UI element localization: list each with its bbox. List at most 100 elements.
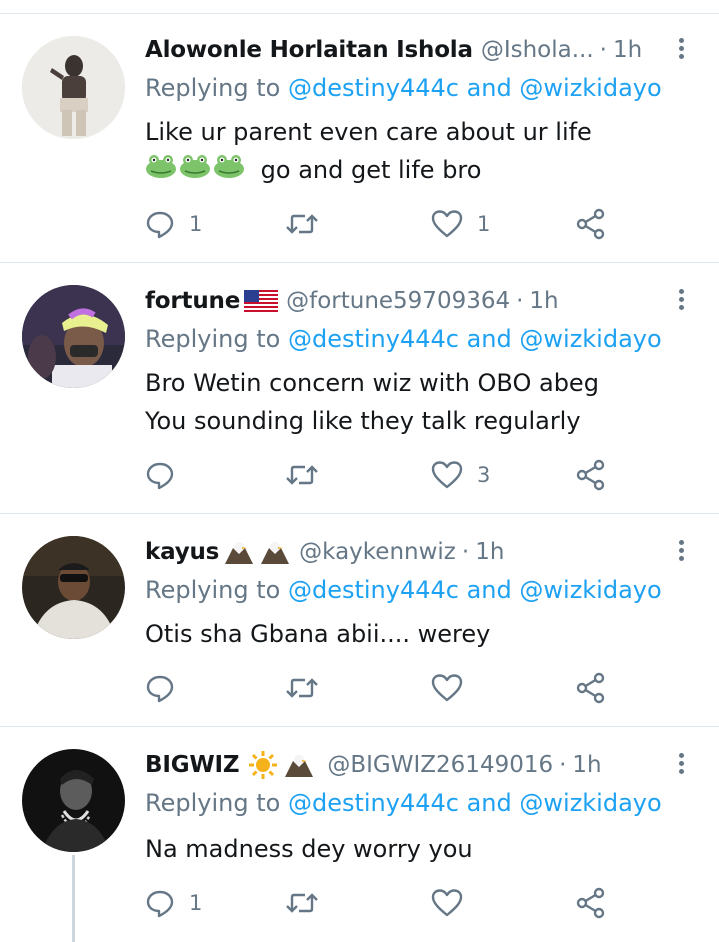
reply-tweet[interactable]: kayus @kaykennwiz · 1h Replying to @dest…	[0, 514, 719, 726]
retweet-button[interactable]	[285, 457, 319, 493]
more-options-icon[interactable]	[677, 753, 685, 779]
retweet-button[interactable]	[285, 670, 319, 706]
mention-link[interactable]: @wizkidayo	[519, 325, 661, 353]
like-button[interactable]: 3	[431, 457, 490, 493]
mention-link[interactable]: @destiny444c	[288, 74, 459, 102]
tweet-text: Otis sha Gbana abii.... werey	[145, 620, 491, 648]
like-button[interactable]	[431, 885, 477, 921]
display-name[interactable]: BIGWIZ	[145, 752, 240, 778]
retweet-icon	[286, 214, 318, 234]
joiner: and	[466, 576, 512, 604]
tweet-actions: 3	[145, 457, 625, 493]
share-icon	[576, 887, 605, 919]
avatar[interactable]	[22, 36, 125, 139]
reply-tweet[interactable]: Alowonle Horlaitan Ishola @Ishola... · 1…	[0, 0, 719, 262]
like-count: 1	[477, 212, 491, 236]
thread-connector	[72, 855, 75, 942]
user-handle[interactable]: @BIGWIZ26149016	[327, 752, 553, 778]
tweet-text: Bro Wetin concern wiz with OBO abeg You …	[145, 369, 599, 435]
more-options-icon[interactable]	[677, 289, 685, 315]
timestamp[interactable]: 1h	[613, 37, 642, 63]
reply-button[interactable]	[145, 670, 189, 706]
tweet-actions	[145, 670, 625, 706]
more-options-icon[interactable]	[677, 38, 685, 64]
retweet-button[interactable]	[285, 206, 319, 242]
reply-count: 1	[189, 212, 203, 236]
timestamp[interactable]: 1h	[475, 539, 504, 565]
mention-link[interactable]: @destiny444c	[288, 576, 459, 604]
more-options-icon[interactable]	[677, 540, 685, 566]
reply-bubble-icon	[146, 675, 174, 703]
avatar[interactable]	[22, 285, 125, 388]
reply-button[interactable]	[145, 457, 189, 493]
share-button[interactable]	[575, 206, 607, 242]
retweet-icon	[286, 893, 318, 913]
replying-to: Replying to @destiny444c and @wizkidayo	[145, 74, 662, 102]
display-name[interactable]: kayus	[145, 539, 219, 565]
user-handle[interactable]: @Ishola...	[481, 37, 594, 63]
reply-bubble-icon	[146, 890, 174, 918]
mention-link[interactable]: @wizkidayo	[519, 74, 661, 102]
eagle-icon	[223, 538, 255, 566]
share-button[interactable]	[575, 885, 607, 921]
retweet-icon	[286, 465, 318, 485]
frog-face-icon	[213, 152, 245, 190]
timestamp[interactable]: 1h	[572, 752, 601, 778]
joiner: and	[466, 325, 512, 353]
tweet-actions: 1	[145, 885, 625, 921]
frog-face-icon	[145, 152, 177, 190]
eagle-icon	[259, 538, 291, 566]
replying-to: Replying to @destiny444c and @wizkidayo	[145, 325, 662, 353]
joiner: and	[466, 74, 512, 102]
share-icon	[576, 459, 605, 491]
separator-dot: ·	[599, 37, 607, 63]
tweet-actions: 1 1	[145, 206, 625, 242]
timestamp[interactable]: 1h	[529, 288, 558, 314]
like-button[interactable]: 1	[431, 206, 490, 242]
reply-count: 1	[189, 891, 203, 915]
reply-bubble-icon	[146, 211, 174, 239]
reply-button[interactable]: 1	[145, 206, 202, 242]
mention-link[interactable]: @destiny444c	[288, 325, 459, 353]
tweet-header: kayus @kaykennwiz · 1h	[145, 535, 659, 569]
reply-tweet[interactable]: BIGWIZ @BIGWIZ26149016 · 1h Replying to …	[0, 727, 719, 942]
reply-bubble-icon	[146, 462, 174, 490]
share-icon	[576, 208, 605, 240]
us-flag-icon	[244, 290, 279, 312]
replies-feed: Alowonle Horlaitan Ishola @Ishola... · 1…	[0, 0, 719, 942]
reply-tweet[interactable]: fortune @fortune59709364 · 1h Replying t…	[0, 263, 719, 513]
retweet-button[interactable]	[285, 885, 319, 921]
mention-link[interactable]: @wizkidayo	[519, 576, 661, 604]
separator-dot: ·	[461, 539, 470, 565]
tweet-text: Like ur parent even care about ur life g…	[145, 113, 679, 190]
avatar[interactable]	[22, 536, 125, 639]
heart-icon	[431, 461, 463, 489]
avatar[interactable]	[22, 749, 125, 852]
tweet-header: BIGWIZ @BIGWIZ26149016 · 1h	[145, 748, 659, 782]
separator-dot: ·	[559, 752, 567, 778]
frog-face-icon	[179, 152, 211, 190]
like-button[interactable]	[431, 670, 477, 706]
share-button[interactable]	[575, 457, 607, 493]
mention-link[interactable]: @wizkidayo	[519, 789, 661, 817]
heart-icon	[431, 210, 463, 238]
retweet-icon	[286, 678, 318, 698]
mention-link[interactable]: @destiny444c	[288, 789, 459, 817]
sun-icon	[247, 750, 279, 780]
tweet-text: Na madness dey worry you	[145, 835, 473, 863]
like-count: 3	[477, 463, 491, 487]
separator-dot: ·	[516, 288, 524, 314]
user-handle[interactable]: @kaykennwiz	[299, 539, 456, 565]
tweet-header: fortune @fortune59709364 · 1h	[145, 284, 659, 318]
display-name[interactable]: fortune	[145, 288, 240, 314]
reply-button[interactable]: 1	[145, 885, 202, 921]
share-icon	[576, 672, 605, 704]
heart-icon	[431, 674, 463, 702]
heart-icon	[431, 889, 463, 917]
replying-to: Replying to @destiny444c and @wizkidayo	[145, 576, 662, 604]
display-name[interactable]: Alowonle Horlaitan Ishola	[145, 37, 473, 63]
share-button[interactable]	[575, 670, 607, 706]
replying-to: Replying to @destiny444c and @wizkidayo	[145, 789, 662, 817]
tweet-header: Alowonle Horlaitan Ishola @Ishola... · 1…	[145, 33, 659, 67]
user-handle[interactable]: @fortune59709364	[286, 288, 510, 314]
